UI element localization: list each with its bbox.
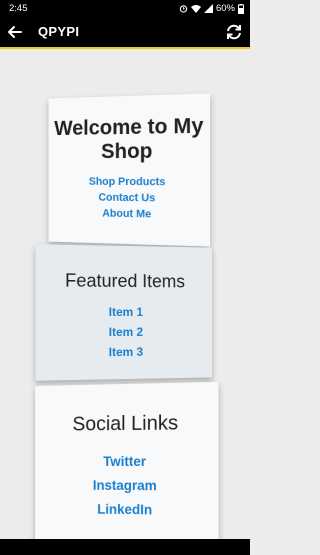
app-bar: QPYPI (0, 17, 250, 49)
about-me-link[interactable]: About Me (48, 205, 210, 224)
back-arrow-icon[interactable] (6, 23, 24, 41)
social-title: Social Links (72, 412, 179, 436)
item-1-link[interactable]: Item 1 (36, 302, 212, 323)
featured-title: Featured Items (65, 270, 185, 292)
shop-products-link[interactable]: Shop Products (48, 174, 210, 191)
featured-card: Featured Items Item 1 Item 2 Item 3 (35, 244, 213, 381)
wifi-icon (190, 5, 201, 13)
item-3-link[interactable]: Item 3 (36, 341, 212, 363)
battery-icon (238, 3, 244, 14)
alarm-icon (179, 5, 188, 13)
welcome-title: Welcome to My Shop (54, 114, 204, 164)
app-title: QPYPI (38, 24, 80, 39)
featured-links: Item 1 Item 2 Item 3 (36, 302, 212, 364)
instagram-link[interactable]: Instagram (35, 474, 218, 499)
item-2-link[interactable]: Item 2 (36, 322, 212, 343)
welcome-card: Welcome to My Shop Shop Products Contact… (48, 93, 211, 247)
refresh-icon[interactable] (224, 22, 244, 42)
twitter-link[interactable]: Twitter (35, 450, 218, 475)
social-links: Twitter Instagram LinkedIn (35, 450, 218, 524)
status-icons: 60% (179, 3, 244, 14)
status-time: 2:45 (9, 3, 28, 14)
signal-icon (203, 4, 213, 13)
system-nav-bar (0, 539, 250, 555)
social-card: Social Links Twitter Instagram LinkedIn (35, 381, 219, 539)
battery-percent: 60% (215, 3, 235, 14)
content-area[interactable]: Welcome to My Shop Shop Products Contact… (0, 49, 250, 539)
linkedin-link[interactable]: LinkedIn (35, 497, 218, 523)
welcome-links: Shop Products Contact Us About Me (48, 174, 210, 224)
status-bar: 2:45 60% (0, 0, 250, 17)
